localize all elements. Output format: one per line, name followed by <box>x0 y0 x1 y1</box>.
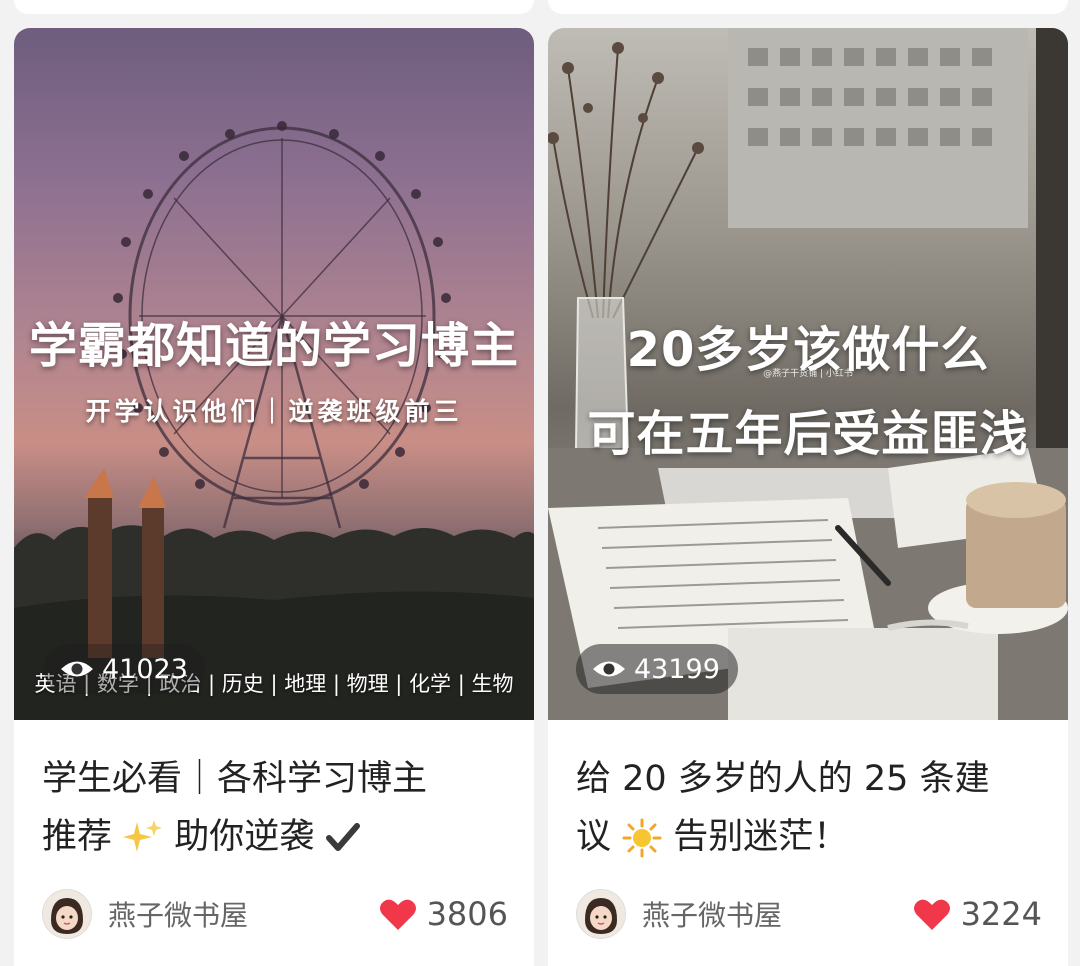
checkmark-icon <box>326 823 361 851</box>
note-title-line: 给 20 多岁的人的 25 条建 <box>576 759 990 799</box>
view-count: 41023 <box>102 653 188 685</box>
note-title-line: 告别迷茫！ <box>673 817 849 857</box>
previous-card-bottom <box>548 0 1068 14</box>
avatar-illustration <box>43 890 91 938</box>
cover-title: 学霸都知道的学习博主 <box>28 318 519 374</box>
avatar[interactable] <box>42 889 92 939</box>
heart-icon[interactable] <box>379 897 417 931</box>
note-title-line: 议 <box>576 817 612 857</box>
avatar-illustration <box>577 890 625 938</box>
author-row[interactable]: 燕子微书屋 3806 <box>42 888 508 940</box>
note-title-line: 推荐 <box>42 817 113 857</box>
note-cover-image[interactable]: 学霸都知道的学习博主 开学认识他们｜逆袭班级前三 英语 | 数学 | 政治 | … <box>14 28 534 720</box>
previous-card-bottom <box>14 0 534 14</box>
note-title[interactable]: 学生必看｜各科学习博主 推荐 助你逆袭 <box>42 750 512 866</box>
view-count-badge: 43199 <box>576 644 738 694</box>
cover-title-line-2: 可在五年后受益匪浅 <box>587 406 1029 462</box>
like-count: 3806 <box>426 895 508 933</box>
cover-watermark: @燕子干货铺 | 小红书 <box>763 369 853 379</box>
note-cover-image[interactable]: 20多岁该做什么 @燕子干货铺 | 小红书 可在五年后受益匪浅 43199 <box>548 28 1068 720</box>
author-name[interactable]: 燕子微书屋 <box>108 894 379 934</box>
sparkles-icon <box>123 820 163 852</box>
view-count-badge: 41023 <box>44 644 206 694</box>
note-title-line: 学生必看｜各科学习博主 <box>42 759 428 799</box>
author-row[interactable]: 燕子微书屋 3224 <box>576 888 1042 940</box>
note-card[interactable]: 20多岁该做什么 @燕子干货铺 | 小红书 可在五年后受益匪浅 43199 给 … <box>548 28 1068 966</box>
author-name[interactable]: 燕子微书屋 <box>642 894 913 934</box>
eye-icon <box>593 661 625 677</box>
eye-icon <box>61 661 93 677</box>
sun-icon <box>622 818 662 858</box>
avatar[interactable] <box>576 889 626 939</box>
note-card[interactable]: 学霸都知道的学习博主 开学认识他们｜逆袭班级前三 英语 | 数学 | 政治 | … <box>14 28 534 966</box>
heart-icon[interactable] <box>913 897 951 931</box>
note-title[interactable]: 给 20 多岁的人的 25 条建 议 告别迷茫！ <box>576 750 1046 866</box>
like-button[interactable]: 3806 <box>379 895 508 933</box>
view-count: 43199 <box>634 653 720 685</box>
like-button[interactable]: 3224 <box>913 895 1042 933</box>
like-count: 3224 <box>960 895 1042 933</box>
cover-subtitle: 开学认识他们｜逆袭班级前三 <box>85 397 463 426</box>
note-title-line: 助你逆袭 <box>174 817 315 857</box>
